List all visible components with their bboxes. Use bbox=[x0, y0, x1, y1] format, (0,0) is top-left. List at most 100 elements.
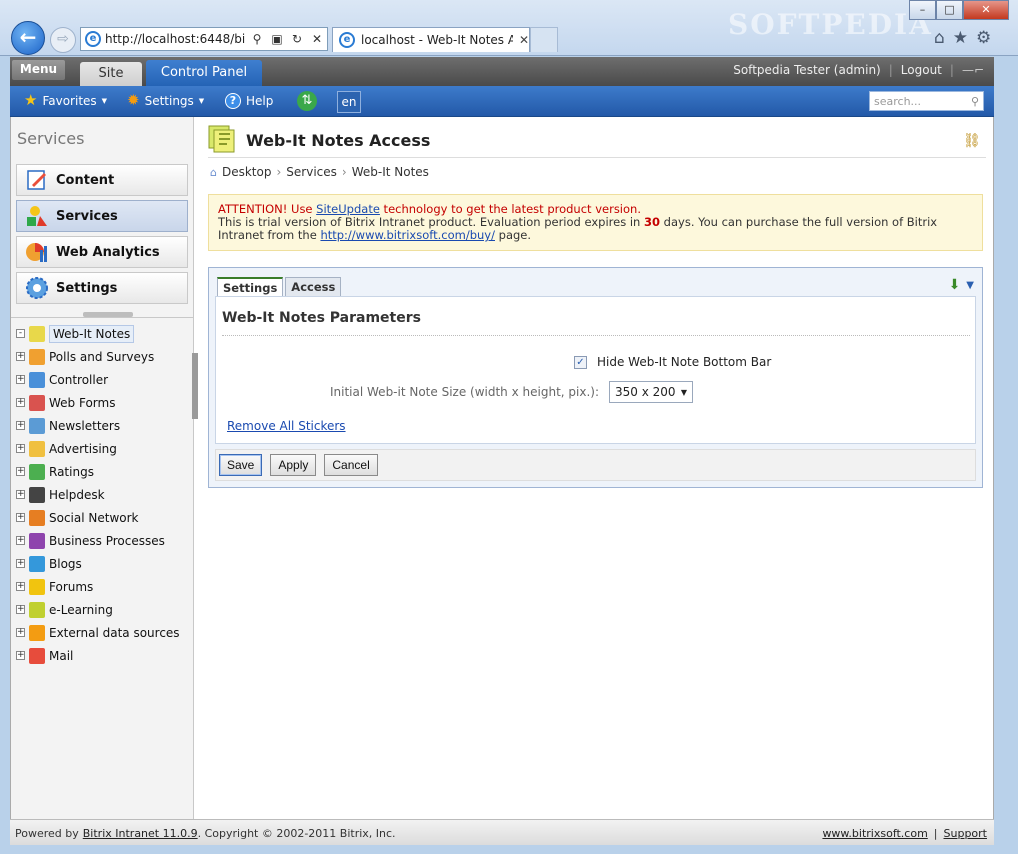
trial-notice: ATTENTION! Use SiteUpdate technology to … bbox=[208, 194, 983, 251]
tree-item[interactable]: + Advertising bbox=[16, 437, 191, 460]
tree-item[interactable]: + Forums bbox=[16, 575, 191, 598]
pin-icon[interactable]: —⌐ bbox=[962, 63, 984, 77]
browser-tab-active[interactable]: e localhost - Web-It Notes Ac... ✕ bbox=[332, 27, 530, 52]
compatibility-view-icon[interactable]: ▣ bbox=[269, 32, 285, 46]
expand-icon[interactable]: + bbox=[16, 605, 25, 614]
tools-gear-icon[interactable]: ⚙ bbox=[976, 28, 991, 48]
search-dropdown-icon[interactable]: ⚲ bbox=[249, 32, 265, 46]
save-button[interactable]: Save bbox=[219, 454, 263, 476]
breadcrumb-item[interactable]: Desktop bbox=[222, 165, 272, 179]
sidebar-button-web-analytics[interactable]: Web Analytics bbox=[16, 236, 188, 268]
refresh-icon[interactable]: ↻ bbox=[289, 32, 305, 46]
footer-right: www.bitrixsoft.com | Support bbox=[822, 827, 987, 840]
expand-icon[interactable]: + bbox=[16, 490, 25, 499]
expand-icon[interactable]: + bbox=[16, 513, 25, 522]
search-input[interactable]: search... ⚲ bbox=[869, 91, 984, 111]
tree-item[interactable]: + Polls and Surveys bbox=[16, 345, 191, 368]
tree-item-label: Helpdesk bbox=[49, 487, 105, 502]
tree-item[interactable]: + e-Learning bbox=[16, 598, 191, 621]
logout-link[interactable]: Logout bbox=[901, 63, 942, 77]
siteupdate-link[interactable]: SiteUpdate bbox=[316, 202, 380, 216]
product-link[interactable]: Bitrix Intranet 11.0.9 bbox=[83, 827, 198, 840]
favorites-menu[interactable]: ★ Favorites ▼ bbox=[24, 93, 107, 108]
caret-down-icon[interactable]: ▼ bbox=[966, 280, 974, 291]
sync-button[interactable]: ⇅ bbox=[297, 91, 317, 111]
minimize-button[interactable]: – bbox=[909, 0, 936, 20]
controller-icon bbox=[29, 371, 45, 388]
maximize-button[interactable]: □ bbox=[936, 0, 963, 20]
tree-item[interactable]: + Helpdesk bbox=[16, 483, 191, 506]
tab-access[interactable]: Access bbox=[285, 277, 342, 296]
tree-item[interactable]: + Mail bbox=[16, 644, 191, 667]
new-tab-button[interactable] bbox=[530, 27, 558, 52]
settings-menu[interactable]: ✹ Settings ▼ bbox=[127, 93, 204, 108]
export-icon[interactable]: ⬇ bbox=[949, 277, 961, 293]
tab-settings[interactable]: Settings bbox=[217, 277, 284, 296]
tree-item-label: Forums bbox=[49, 579, 94, 594]
expand-icon[interactable]: + bbox=[16, 559, 25, 568]
remove-stickers-link[interactable]: Remove All Stickers bbox=[227, 419, 346, 433]
tree-item[interactable]: + Blogs bbox=[16, 552, 191, 575]
tab-control-panel[interactable]: Control Panel bbox=[146, 60, 262, 86]
breadcrumb-item[interactable]: Services bbox=[286, 165, 337, 179]
help-button[interactable]: ? Help bbox=[225, 93, 273, 109]
expand-icon[interactable]: + bbox=[16, 651, 25, 660]
expand-icon[interactable]: + bbox=[16, 467, 25, 476]
home-icon[interactable]: ⌂ bbox=[934, 28, 945, 48]
expand-icon[interactable]: + bbox=[16, 582, 25, 591]
tree-item[interactable]: + Business Processes bbox=[16, 529, 191, 552]
expand-icon[interactable]: + bbox=[16, 536, 25, 545]
stop-icon[interactable]: ✕ bbox=[309, 32, 325, 46]
apply-button[interactable]: Apply bbox=[270, 454, 317, 476]
newsletters-icon bbox=[29, 417, 45, 434]
tree-item[interactable]: + Newsletters bbox=[16, 414, 191, 437]
expand-icon[interactable]: + bbox=[16, 628, 25, 637]
back-button[interactable]: ← bbox=[11, 21, 45, 55]
tree-item[interactable]: + Social Network bbox=[16, 506, 191, 529]
link-icon[interactable]: ⛓ bbox=[963, 133, 981, 149]
tree-item[interactable]: - Web-It Notes bbox=[16, 322, 191, 345]
close-window-button[interactable]: ✕ bbox=[963, 0, 1009, 20]
search-icon[interactable]: ⚲ bbox=[971, 95, 979, 108]
services-icon bbox=[24, 203, 50, 229]
site-link[interactable]: www.bitrixsoft.com bbox=[822, 827, 927, 840]
tree-item[interactable]: + Ratings bbox=[16, 460, 191, 483]
tree-item-label: Business Processes bbox=[49, 533, 165, 548]
language-button[interactable]: en bbox=[337, 91, 361, 113]
tree-item[interactable]: + Controller bbox=[16, 368, 191, 391]
tab-site[interactable]: Site bbox=[80, 62, 142, 86]
favorites-star-icon[interactable]: ★ bbox=[953, 28, 968, 48]
expand-icon[interactable]: + bbox=[16, 352, 25, 361]
hide-bar-checkbox[interactable]: ✓ bbox=[574, 355, 587, 369]
collapse-icon[interactable]: - bbox=[16, 329, 25, 338]
blogs-icon bbox=[29, 555, 45, 572]
expand-icon[interactable]: + bbox=[16, 444, 25, 453]
tree-item-label: Advertising bbox=[49, 441, 117, 456]
browser-tab-title: localhost - Web-It Notes Ac... bbox=[361, 33, 513, 47]
expand-icon[interactable]: + bbox=[16, 398, 25, 407]
address-url[interactable]: http://localhost:6448/bitri bbox=[105, 32, 245, 46]
expand-icon[interactable]: + bbox=[16, 375, 25, 384]
tree-item[interactable]: + Web Forms bbox=[16, 391, 191, 414]
tree-item[interactable]: + External data sources bbox=[16, 621, 191, 644]
support-link[interactable]: Support bbox=[944, 827, 987, 840]
sidebar-collapse-handle[interactable] bbox=[192, 353, 198, 419]
buy-link[interactable]: http://www.bitrixsoft.com/buy/ bbox=[320, 228, 495, 242]
user-name[interactable]: Softpedia Tester (admin) bbox=[733, 63, 881, 77]
elearning-icon bbox=[29, 601, 45, 618]
sidebar-button-content[interactable]: Content bbox=[16, 164, 188, 196]
breadcrumb: ⌂ Desktop › Services › Web-It Notes bbox=[210, 165, 429, 179]
forward-button[interactable]: ⇨ bbox=[50, 27, 76, 53]
sidebar-button-settings[interactable]: Settings bbox=[16, 272, 188, 304]
form-body: Web-It Notes Parameters ✓ Hide Web-It No… bbox=[215, 296, 976, 444]
menu-button[interactable]: Menu bbox=[12, 60, 65, 80]
cancel-button[interactable]: Cancel bbox=[324, 454, 378, 476]
tab-close-icon[interactable]: ✕ bbox=[519, 33, 529, 47]
expand-icon[interactable]: + bbox=[16, 421, 25, 430]
address-bar[interactable]: e http://localhost:6448/bitri ⚲ ▣ ↻ ✕ bbox=[80, 27, 328, 51]
sidebar-button-services[interactable]: Services bbox=[16, 200, 188, 232]
watermark: SOFTPEDIA bbox=[728, 8, 933, 41]
size-select[interactable]: 350 x 200 ▼ bbox=[609, 381, 693, 403]
notice-text: ATTENTION! Use bbox=[218, 202, 317, 216]
content-icon bbox=[24, 167, 50, 193]
